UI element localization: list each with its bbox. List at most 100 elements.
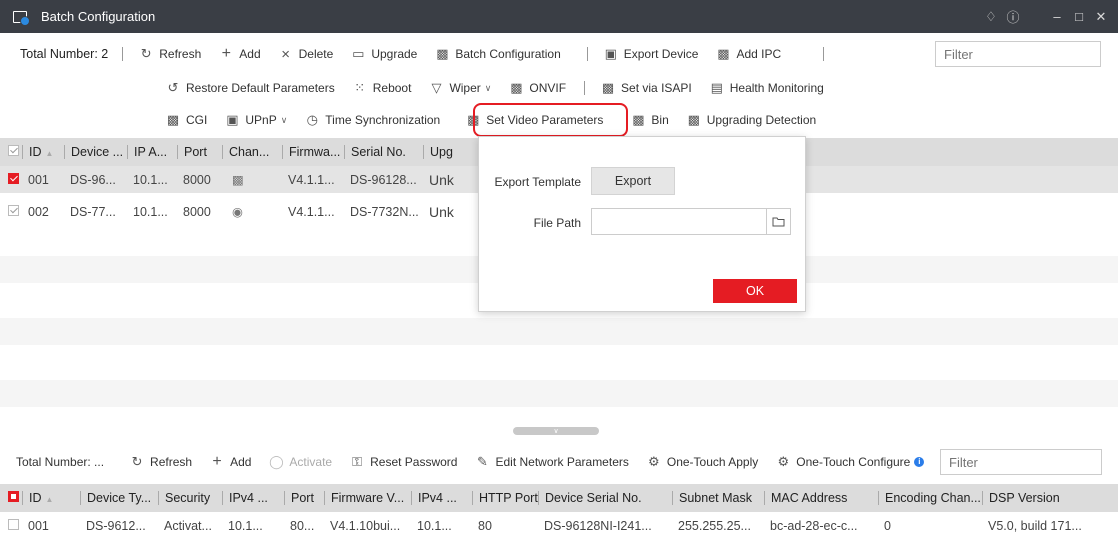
- col-header-serial[interactable]: Serial No.: [344, 145, 423, 159]
- col-header-upgrade[interactable]: Upg: [423, 145, 463, 159]
- cell-ipv4: 10.1...: [228, 518, 263, 533]
- cell-port: 8000: [183, 172, 211, 187]
- info-icon[interactable]: i: [914, 457, 925, 467]
- cell-firmware: V4.1.1...: [288, 172, 335, 187]
- col-header-id[interactable]: ID ▲: [22, 145, 64, 159]
- one-touch-configure-button[interactable]: ⚙ One-Touch Configure i: [776, 454, 925, 469]
- bottom-filter-box: ⚲: [940, 449, 1118, 475]
- top-filter-input[interactable]: [936, 42, 1118, 66]
- col-header-encoding[interactable]: Encoding Chan...: [878, 491, 982, 505]
- row-checkbox[interactable]: [8, 204, 19, 216]
- isapi-icon: ▩: [601, 80, 615, 95]
- cgi-icon: ▩: [166, 112, 180, 127]
- cell-device: DS-77...: [70, 204, 116, 219]
- delete-button[interactable]: × Delete: [279, 45, 333, 63]
- set-via-isapi-button[interactable]: ▩ Set via ISAPI: [601, 80, 692, 95]
- cell-security: Activat...: [164, 518, 212, 533]
- cell-port: 8000: [183, 204, 211, 219]
- add-button[interactable]: + Add: [219, 45, 261, 62]
- clock-icon: ◷: [306, 112, 318, 127]
- row-checkbox[interactable]: [8, 172, 19, 184]
- chevron-down-icon: ∨: [484, 82, 492, 93]
- add-ipc-button[interactable]: ▩ Add IPC: [716, 46, 781, 61]
- refresh-icon: ↻: [131, 454, 143, 469]
- restore-icon: ↺: [167, 80, 179, 95]
- upgrade-button[interactable]: ▭ Upgrade: [351, 46, 417, 61]
- col-header-security[interactable]: Security: [158, 491, 222, 505]
- col-header-ip[interactable]: IP A...: [127, 145, 177, 159]
- restore-default-button[interactable]: ↺ Restore Default Parameters: [166, 80, 335, 95]
- reboot-button[interactable]: ⁙ Reboot: [353, 80, 411, 95]
- activate-button[interactable]: ◯ Activate: [269, 454, 332, 469]
- chevron-down-icon: ∨: [280, 114, 288, 125]
- onvif-button[interactable]: ▩ ONVIF: [509, 80, 566, 95]
- title-bar: Batch Configuration ♢ ⓘ – □ ✕: [0, 0, 1118, 33]
- cell-port: 80...: [290, 518, 315, 533]
- col-header-device-type[interactable]: Device Ty...: [80, 491, 158, 505]
- wiper-dropdown[interactable]: ▽ Wiper ∨: [429, 80, 492, 95]
- bell-icon[interactable]: ♢: [980, 9, 1002, 25]
- bottom-filter-input[interactable]: [941, 450, 1118, 474]
- edit-icon: ✎: [477, 454, 488, 469]
- col-header-serial[interactable]: Device Serial No.: [538, 491, 672, 505]
- col-header-id[interactable]: ID ▲: [22, 491, 80, 505]
- cell-mac: bc-ad-28-ec-c...: [770, 518, 858, 533]
- empty-row: [0, 380, 1118, 407]
- ok-button[interactable]: OK: [713, 279, 797, 303]
- batch-configuration-button[interactable]: ▩ Batch Configuration: [435, 46, 561, 61]
- one-touch-apply-button[interactable]: ⚙ One-Touch Apply: [647, 454, 758, 469]
- cell-id: 002: [28, 204, 49, 219]
- cell-firmware: V4.1.10bui...: [330, 518, 401, 533]
- upgrade-detect-icon: ▩: [687, 112, 700, 127]
- highlight-annotation: [473, 103, 628, 137]
- col-header-ipv4[interactable]: IPv4 ...: [222, 491, 284, 505]
- col-header-ipv4-gw[interactable]: IPv4 ...: [411, 491, 472, 505]
- splitter-handle[interactable]: ∨: [513, 427, 599, 435]
- col-header-port[interactable]: Port: [177, 145, 222, 159]
- shield-icon: ◯: [269, 454, 284, 469]
- bottom-add-button[interactable]: + Add: [210, 453, 251, 470]
- upgrading-detection-button[interactable]: ▩ Upgrading Detection: [687, 112, 817, 127]
- close-icon[interactable]: ✕: [1090, 9, 1112, 25]
- file-path-input[interactable]: [592, 209, 766, 234]
- gear-icon: ⚙: [777, 454, 790, 469]
- upnp-dropdown[interactable]: ▣ UPnP ∨: [225, 112, 288, 127]
- x-icon: ×: [281, 45, 290, 63]
- eye-icon: ◉: [232, 205, 243, 219]
- refresh-button[interactable]: ↻ Refresh: [139, 46, 201, 61]
- col-header-firmware[interactable]: Firmware V...: [324, 491, 411, 505]
- file-path-label: File Path: [533, 216, 581, 230]
- col-header-channel[interactable]: Chan...: [222, 145, 282, 159]
- bottom-table-header: ID ▲ Device Ty... Security IPv4 ... Port …: [0, 484, 1118, 512]
- col-header-subnet[interactable]: Subnet Mask: [672, 491, 764, 505]
- reboot-icon: ⁙: [354, 80, 366, 95]
- export-icon: ▣: [604, 46, 617, 61]
- plus-icon: +: [221, 45, 231, 62]
- col-header-http-port[interactable]: HTTP Port: [472, 491, 538, 505]
- cgi-button[interactable]: ▩ CGI: [166, 112, 208, 127]
- select-all-checkbox[interactable]: [8, 491, 19, 502]
- table-row[interactable]: 001 DS-9612... Activat... 10.1... 80... …: [0, 512, 1118, 538]
- edit-network-parameters-button[interactable]: ✎ Edit Network Parameters: [475, 454, 629, 469]
- col-header-firmware[interactable]: Firmwa...: [282, 145, 344, 159]
- col-header-port[interactable]: Port: [284, 491, 324, 505]
- col-header-device[interactable]: Device ...: [64, 145, 127, 159]
- maximize-icon[interactable]: □: [1068, 9, 1090, 24]
- minimize-icon[interactable]: –: [1046, 9, 1068, 24]
- reset-password-button[interactable]: ⚿ Reset Password: [350, 454, 457, 469]
- col-header-dsp[interactable]: DSP Version: [982, 491, 1092, 505]
- export-device-button[interactable]: ▣ Export Device: [604, 46, 699, 61]
- col-header-mac[interactable]: MAC Address: [764, 491, 878, 505]
- bin-button[interactable]: ▩ Bin: [631, 112, 669, 127]
- info-icon[interactable]: ⓘ: [1002, 7, 1024, 26]
- export-button[interactable]: Export: [591, 167, 675, 195]
- row-checkbox[interactable]: [8, 518, 19, 530]
- sort-icon: ▲: [45, 495, 54, 504]
- cell-ipv4-gw: 10.1...: [417, 518, 452, 533]
- bottom-refresh-button[interactable]: ↻ Refresh: [130, 454, 192, 469]
- folder-icon[interactable]: [766, 209, 790, 234]
- cell-upgrade: Unk: [429, 203, 454, 220]
- health-monitoring-button[interactable]: ▤ Health Monitoring: [710, 80, 824, 95]
- time-sync-button[interactable]: ◷ Time Synchronization: [305, 112, 441, 127]
- select-all-checkbox[interactable]: [8, 145, 19, 156]
